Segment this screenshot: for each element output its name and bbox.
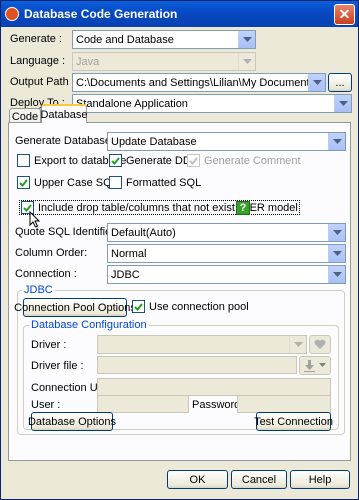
chevron-down-icon[interactable] [328, 224, 345, 241]
checkbox-box[interactable] [17, 154, 30, 167]
column-order-label: Column Order: [15, 247, 88, 259]
user-label: User : [31, 399, 61, 411]
title-bar[interactable]: Database Code Generation ✕ [1, 1, 358, 27]
language-label: Language : [10, 55, 66, 67]
check-icon [189, 156, 198, 165]
generate-ddl-checkbox[interactable]: Generate DDL [109, 154, 197, 167]
chevron-down-icon [319, 363, 326, 367]
connection-select[interactable]: JDBC [107, 265, 346, 284]
heart-icon [314, 339, 326, 349]
generate-database-label: Generate Database : [15, 135, 118, 147]
column-order-select[interactable]: Normal [107, 244, 346, 263]
checkbox-box[interactable] [109, 154, 122, 167]
generate-comment-checkbox[interactable]: Generate Comment [187, 154, 301, 167]
jdbc-group-title: JDBC [22, 284, 55, 296]
use-connection-pool-checkbox[interactable]: Use connection pool [132, 300, 249, 313]
output-path-select[interactable]: C:\Documents and Settings\Lilian\My Docu… [72, 73, 326, 92]
chevron-down-icon[interactable] [328, 245, 345, 262]
chevron-down-icon[interactable] [328, 133, 345, 150]
chevron-down-icon[interactable] [334, 95, 351, 112]
use-connection-pool-label: Use connection pool [149, 300, 249, 313]
check-icon [19, 178, 28, 187]
quote-sql-value: Default(Auto) [111, 226, 176, 239]
quote-sql-label: Quote SQL Identifier: [15, 226, 118, 238]
cancel-button[interactable]: Cancel [231, 470, 287, 489]
database-configuration-title: Database Configuration [29, 319, 149, 331]
include-drop-label: Include drop table/columns that not exis… [38, 201, 298, 214]
connection-url-field[interactable] [97, 378, 331, 396]
deploy-select[interactable]: Standalone Application [72, 94, 352, 113]
help-button[interactable]: Help [290, 470, 350, 489]
test-connection-button[interactable]: Test Connection [254, 412, 333, 431]
check-icon [134, 302, 143, 311]
connection-pool-options-button[interactable]: Connection Pool Options [14, 298, 136, 317]
download-driver-button[interactable] [299, 356, 331, 375]
output-path-value: C:\Documents and Settings\Lilian\My Docu… [76, 76, 326, 89]
checkbox-box[interactable] [187, 154, 200, 167]
chevron-down-icon[interactable] [308, 74, 325, 91]
formatted-sql-checkbox[interactable]: Formatted SQL [109, 176, 201, 189]
language-value: Java [76, 55, 100, 68]
dialog-window: Database Code Generation ✕ Generate : Co… [0, 0, 359, 500]
download-icon [304, 359, 315, 372]
ok-button[interactable]: OK [167, 470, 228, 489]
checkbox-box[interactable] [17, 176, 30, 189]
formatted-sql-label: Formatted SQL [126, 176, 202, 189]
connection-label: Connection : [15, 268, 77, 280]
chevron-down-icon [289, 336, 306, 353]
generate-database-select[interactable]: Update Database [107, 132, 346, 151]
generate-select[interactable]: Code and Database [72, 30, 256, 49]
driver-file-field[interactable] [97, 356, 297, 374]
deploy-value: Standalone Application [76, 97, 188, 110]
language-select[interactable]: Java [72, 52, 256, 71]
chevron-down-icon [238, 53, 255, 70]
generate-comment-label: Generate Comment [204, 154, 301, 167]
browse-button[interactable]: ... [328, 73, 352, 92]
chevron-down-icon[interactable] [328, 266, 345, 283]
upper-case-sql-checkbox[interactable]: Upper Case SQL [17, 176, 118, 189]
tab-panel-database: Generate Database : Update Database Expo… [8, 122, 351, 461]
tab-database[interactable]: Database [40, 104, 88, 123]
close-button[interactable]: ✕ [334, 3, 355, 25]
password-field[interactable] [237, 395, 331, 413]
help-icon[interactable]: ? [236, 201, 250, 215]
include-drop-checkbox[interactable]: Include drop table/columns that not exis… [19, 200, 300, 215]
driver-label: Driver : [31, 339, 67, 351]
upper-case-sql-label: Upper Case SQL [34, 176, 118, 189]
check-icon [111, 156, 120, 165]
connection-value: JDBC [111, 268, 140, 281]
generate-value: Code and Database [76, 33, 174, 46]
generate-database-value: Update Database [111, 135, 197, 148]
checkbox-box[interactable] [109, 176, 122, 189]
driver-select[interactable] [97, 335, 307, 354]
column-order-value: Normal [111, 247, 147, 260]
user-field[interactable] [97, 395, 189, 413]
output-path-label: Output Path : [10, 76, 75, 88]
checkbox-box[interactable] [132, 300, 145, 313]
window-title: Database Code Generation [24, 7, 178, 21]
quote-sql-select[interactable]: Default(Auto) [107, 223, 346, 242]
favorite-driver-button[interactable] [309, 335, 331, 354]
generate-label: Generate : [10, 33, 62, 45]
database-options-button[interactable]: Database Options [28, 412, 116, 431]
driver-file-label: Driver file : [31, 360, 84, 372]
chevron-down-icon[interactable] [238, 31, 255, 48]
app-icon [5, 7, 19, 21]
